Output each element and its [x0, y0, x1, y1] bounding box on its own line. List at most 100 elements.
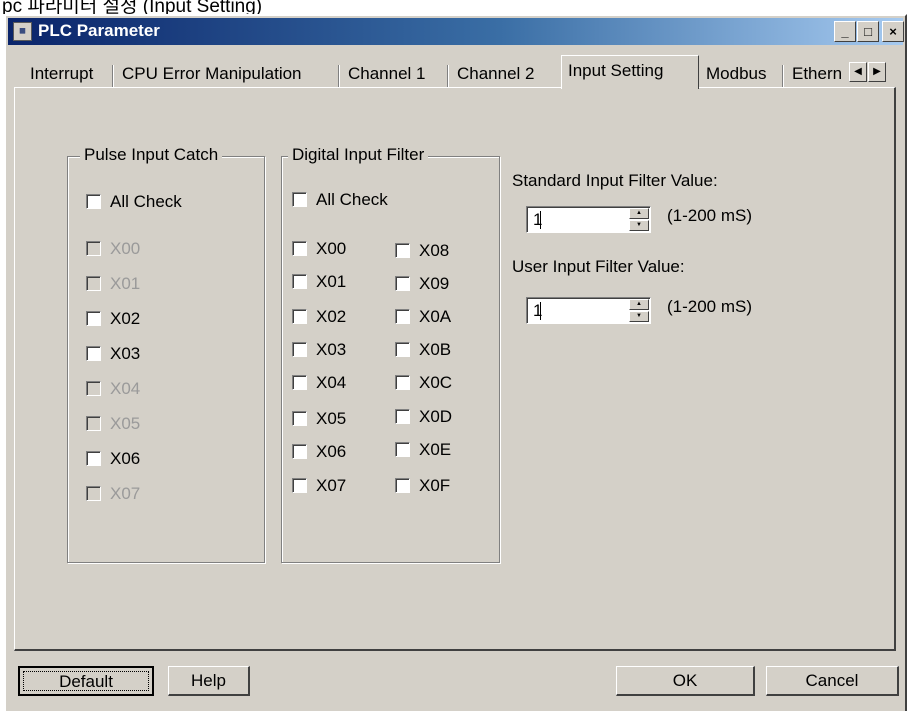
checkbox-box[interactable] — [86, 451, 101, 466]
checkbox-label: X01 — [316, 272, 347, 291]
tab-divider — [447, 65, 449, 87]
checkbox-box — [86, 416, 101, 431]
pulse-input-catch-group: Pulse Input Catch All Check X00 X01 X02 … — [67, 145, 265, 563]
checkbox-label: X04 — [316, 373, 347, 392]
standard-filter-label: Standard Input Filter Value: — [512, 171, 718, 190]
spin-buttons: ▲ ▼ — [629, 299, 649, 322]
pulse-input-catch-title: Pulse Input Catch — [80, 145, 223, 165]
plc-app-icon: ▦ — [13, 22, 32, 41]
checkbox-box[interactable] — [395, 478, 410, 493]
checkbox-box[interactable] — [86, 311, 101, 326]
checkbox-label: All Check — [110, 192, 182, 211]
checkbox-label: X04 — [110, 379, 141, 398]
checkbox-box[interactable] — [395, 276, 410, 291]
default-button-label: Default — [23, 671, 149, 691]
checkbox-box[interactable] — [292, 478, 307, 493]
checkbox-box[interactable] — [292, 241, 307, 256]
checkbox-box[interactable] — [86, 194, 101, 209]
checkbox-label: X07 — [110, 484, 141, 503]
checkbox-label: X01 — [110, 274, 141, 293]
checkbox-box[interactable] — [292, 411, 307, 426]
checkbox-label: X00 — [316, 239, 347, 258]
maximize-button[interactable]: □ — [857, 21, 879, 42]
spinbox-value: 1 — [533, 210, 543, 229]
cancel-button[interactable]: Cancel — [766, 666, 899, 696]
checkbox-box[interactable] — [395, 409, 410, 424]
checkbox-box[interactable] — [395, 309, 410, 324]
background-caption-strip: pc 파라미터 설정 (Input Setting) — [0, 0, 907, 14]
tab-cpu-error-manipulation[interactable]: CPU Error Manipulation — [116, 61, 308, 89]
tab-channel-2[interactable]: Channel 2 — [451, 61, 541, 89]
checkbox-box — [86, 241, 101, 256]
checkbox-box[interactable] — [395, 342, 410, 357]
checkbox-box[interactable] — [292, 375, 307, 390]
checkbox-label: X0A — [419, 307, 452, 326]
tab-modbus[interactable]: Modbus — [700, 61, 772, 89]
checkbox-box[interactable] — [292, 444, 307, 459]
checkbox-label: X06 — [110, 449, 141, 468]
spin-up-icon[interactable]: ▲ — [629, 208, 649, 219]
tab-divider — [112, 65, 114, 87]
checkbox-label: X05 — [110, 414, 141, 433]
checkbox-box[interactable] — [86, 346, 101, 361]
checkbox-label: X0C — [419, 373, 453, 392]
help-button[interactable]: Help — [168, 666, 250, 696]
tab-strip: Interrupt CPU Error Manipulation Channel… — [6, 46, 905, 89]
user-filter-spinbox[interactable]: 1 ▲ ▼ — [526, 297, 651, 324]
tab-input-setting[interactable]: Input Setting — [561, 55, 699, 89]
checkbox-label: X0D — [419, 407, 453, 426]
checkbox-label: X07 — [316, 476, 347, 495]
checkbox-label: X09 — [419, 274, 450, 293]
checkbox-box[interactable] — [292, 342, 307, 357]
spinbox-value: 1 — [533, 301, 543, 320]
checkbox-label: X00 — [110, 239, 141, 258]
close-button[interactable]: × — [882, 21, 904, 42]
checkbox-box — [86, 381, 101, 396]
checkbox-box[interactable] — [395, 243, 410, 258]
spin-down-icon[interactable]: ▼ — [629, 220, 649, 231]
user-filter-range: (1-200 mS) — [667, 297, 753, 316]
checkbox-box[interactable] — [395, 442, 410, 457]
checkbox-label: X0E — [419, 440, 452, 459]
checkbox-label: X03 — [316, 340, 347, 359]
arrow-left-icon[interactable]: ◀ — [849, 62, 867, 82]
tab-divider — [782, 65, 784, 87]
tab-divider — [338, 65, 340, 87]
checkbox-label: X0B — [419, 340, 452, 359]
digital-input-filter-group: Digital Input Filter All Check X00 X01 X… — [281, 145, 500, 563]
spin-down-icon[interactable]: ▼ — [629, 311, 649, 322]
checkbox-label: X05 — [316, 409, 347, 428]
minimize-button[interactable]: _ — [834, 21, 856, 42]
checkbox-box — [86, 276, 101, 291]
standard-filter-spinbox[interactable]: 1 ▲ ▼ — [526, 206, 651, 233]
text-caret — [540, 302, 541, 320]
spin-up-icon[interactable]: ▲ — [629, 299, 649, 310]
title-bar[interactable]: ▦ PLC Parameter _ □ × — [8, 18, 904, 45]
input-setting-panel: Pulse Input Catch All Check X00 X01 X02 … — [14, 87, 896, 651]
tab-interrupt[interactable]: Interrupt — [24, 61, 99, 89]
arrow-right-icon[interactable]: ▶ — [868, 62, 886, 82]
standard-filter-range: (1-200 mS) — [667, 206, 753, 225]
checkbox-label: X03 — [110, 344, 141, 363]
checkbox-label: X08 — [419, 241, 450, 260]
tab-ethernet[interactable]: Ethern — [786, 61, 850, 89]
window-title: PLC Parameter — [38, 21, 160, 40]
text-caret — [540, 211, 541, 229]
spin-buttons: ▲ ▼ — [629, 208, 649, 231]
digital-input-filter-title: Digital Input Filter — [288, 145, 429, 165]
checkbox-label: X0F — [419, 476, 451, 495]
checkbox-box[interactable] — [292, 274, 307, 289]
checkbox-label: All Check — [316, 190, 388, 209]
checkbox-label: X02 — [110, 309, 141, 328]
ok-button[interactable]: OK — [616, 666, 755, 696]
background-caption: pc 파라미터 설정 (Input Setting) — [2, 0, 263, 14]
plc-parameter-dialog: ▦ PLC Parameter _ □ × Interrupt CPU Erro… — [4, 14, 907, 711]
checkbox-label: X06 — [316, 442, 347, 461]
user-filter-label: User Input Filter Value: — [512, 257, 685, 276]
checkbox-box[interactable] — [292, 309, 307, 324]
default-button[interactable]: Default — [18, 666, 154, 696]
tab-channel-1[interactable]: Channel 1 — [342, 61, 432, 89]
checkbox-box[interactable] — [395, 375, 410, 390]
checkbox-box[interactable] — [292, 192, 307, 207]
checkbox-label: X02 — [316, 307, 347, 326]
